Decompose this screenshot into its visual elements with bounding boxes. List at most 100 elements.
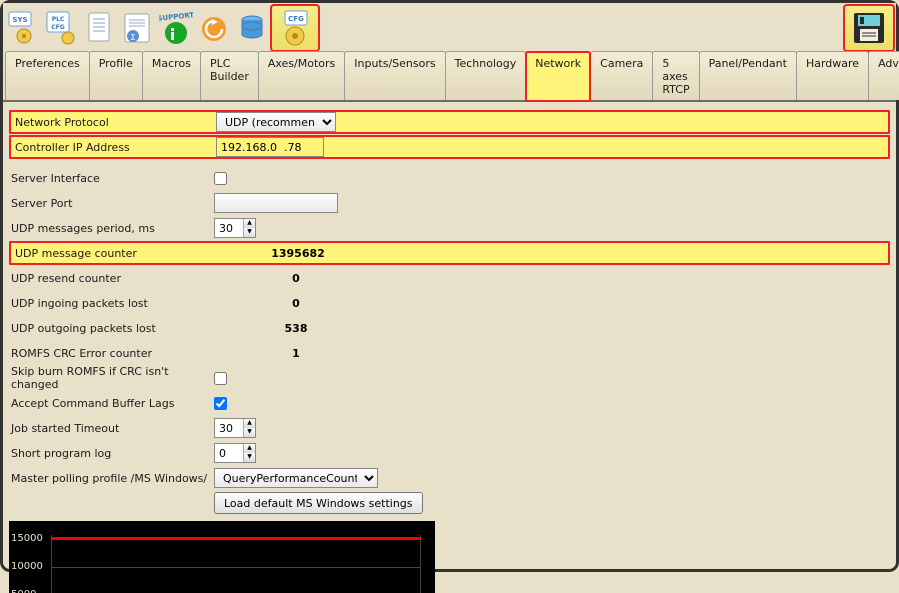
- job-timeout-spinner[interactable]: ▲▼: [214, 418, 256, 438]
- row-udp-resend: UDP resend counter 0: [9, 266, 890, 290]
- spin-up-icon[interactable]: ▲: [244, 219, 255, 228]
- row-short-log: Short program log ▲▼: [9, 441, 890, 465]
- row-job-timeout: Job started Timeout ▲▼: [9, 416, 890, 440]
- short-log-input[interactable]: [215, 444, 243, 462]
- skip-burn-label: Skip burn ROMFS if CRC isn't changed: [9, 365, 214, 391]
- skip-burn-checkbox[interactable]: [214, 372, 227, 385]
- sys-cfg-icon: SYS: [8, 11, 40, 45]
- row-udp-period: UDP messages period, ms ▲▼: [9, 216, 890, 240]
- support-button[interactable]: SUPPORT: [157, 6, 195, 50]
- db-button[interactable]: [233, 6, 271, 50]
- row-skip-burn: Skip burn ROMFS if CRC isn't changed: [9, 366, 890, 390]
- row-accept-lags: Accept Command Buffer Lags: [9, 391, 890, 415]
- ytick-15000: 15000: [11, 533, 43, 544]
- main-toolbar: SYS PLCCFG Σ SUPPORT CFG: [3, 3, 896, 51]
- udp-msg-counter-label: UDP message counter: [11, 247, 243, 260]
- udp-out-lost-value: 538: [241, 322, 351, 335]
- sigma-button[interactable]: Σ: [119, 6, 157, 50]
- server-interface-checkbox[interactable]: [214, 172, 227, 185]
- tab-5axes-rtcp[interactable]: 5 axes RTCP: [652, 51, 699, 100]
- spin-up-icon[interactable]: ▲: [244, 444, 255, 453]
- svg-text:SYS: SYS: [12, 16, 27, 24]
- tab-hardware[interactable]: Hardware: [796, 51, 869, 100]
- document-button[interactable]: [81, 6, 119, 50]
- document-icon: [86, 11, 114, 45]
- row-load-default: Load default MS Windows settings: [9, 491, 890, 515]
- row-udp-msg-counter: UDP message counter 1395682: [9, 241, 890, 265]
- ytick-10000: 10000: [11, 561, 43, 572]
- server-interface-label: Server Interface: [9, 172, 214, 185]
- config-tabs: Preferences Profile Macros PLC Builder A…: [3, 51, 896, 102]
- short-log-spinner[interactable]: ▲▼: [214, 443, 256, 463]
- ytick-5000: 5000: [11, 589, 36, 593]
- udp-in-lost-label: UDP ingoing packets lost: [9, 297, 241, 310]
- tab-preferences[interactable]: Preferences: [5, 51, 90, 100]
- short-log-label: Short program log: [9, 447, 214, 460]
- udp-period-input[interactable]: [215, 219, 243, 237]
- row-udp-in-lost: UDP ingoing packets lost 0: [9, 291, 890, 315]
- svg-text:PLC: PLC: [52, 16, 65, 23]
- cfg-icon: CFG: [277, 9, 313, 47]
- romfs-crc-value: 1: [241, 347, 351, 360]
- spin-down-icon[interactable]: ▼: [244, 453, 255, 462]
- row-server-port: Server Port: [9, 191, 890, 215]
- tab-advanced[interactable]: Advanced: [868, 51, 899, 100]
- row-polling-profile: Master polling profile /MS Windows/ Quer…: [9, 466, 890, 490]
- tab-inputs-sensors[interactable]: Inputs/Sensors: [344, 51, 445, 100]
- network-panel: Network Protocol UDP (recommended) Contr…: [3, 102, 896, 593]
- polling-profile-label: Master polling profile /MS Windows/: [9, 472, 214, 485]
- server-port-input[interactable]: [214, 193, 338, 213]
- floppy-save-icon: [850, 9, 888, 47]
- romfs-crc-label: ROMFS CRC Error counter: [9, 347, 241, 360]
- udp-period-spinner[interactable]: ▲▼: [214, 218, 256, 238]
- db-icon: [238, 11, 266, 45]
- tab-profile[interactable]: Profile: [89, 51, 143, 100]
- udp-period-label: UDP messages period, ms: [9, 222, 214, 235]
- load-default-ms-button[interactable]: Load default MS Windows settings: [214, 492, 423, 514]
- job-timeout-input[interactable]: [215, 419, 243, 437]
- sys-cfg-button[interactable]: SYS: [5, 6, 43, 50]
- tab-technology[interactable]: Technology: [445, 51, 527, 100]
- svg-text:SUPPORT: SUPPORT: [159, 11, 193, 23]
- row-server-interface: Server Interface: [9, 166, 890, 190]
- tab-camera[interactable]: Camera: [590, 51, 653, 100]
- sigma-icon: Σ: [123, 11, 153, 45]
- controller-ip-label: Controller IP Address: [11, 141, 216, 154]
- controller-ip-input[interactable]: [216, 137, 324, 157]
- network-protocol-select[interactable]: UDP (recommended): [216, 112, 336, 132]
- support-icon: SUPPORT: [159, 11, 193, 45]
- plc-cfg-button[interactable]: PLCCFG: [43, 6, 81, 50]
- cfg-button[interactable]: CFG: [271, 5, 319, 51]
- row-romfs-crc: ROMFS CRC Error counter 1: [9, 341, 890, 365]
- spin-down-icon[interactable]: ▼: [244, 428, 255, 437]
- udp-msg-counter-value: 1395682: [243, 247, 353, 260]
- spin-down-icon[interactable]: ▼: [244, 228, 255, 237]
- svg-text:CFG: CFG: [288, 15, 304, 23]
- tab-axes-motors[interactable]: Axes/Motors: [258, 51, 345, 100]
- restart-icon: [199, 11, 229, 45]
- accept-lags-checkbox[interactable]: [214, 397, 227, 410]
- polling-profile-select[interactable]: QueryPerformanceCounter(): [214, 468, 378, 488]
- row-controller-ip: Controller IP Address: [9, 135, 890, 159]
- svg-text:Σ: Σ: [130, 33, 135, 42]
- tab-plc-builder[interactable]: PLC Builder: [200, 51, 259, 100]
- job-timeout-label: Job started Timeout: [9, 422, 214, 435]
- udp-resend-value: 0: [241, 272, 351, 285]
- tab-network[interactable]: Network: [525, 51, 591, 102]
- svg-text:CFG: CFG: [51, 24, 65, 31]
- udp-out-lost-label: UDP outgoing packets lost: [9, 322, 241, 335]
- network-protocol-label: Network Protocol: [11, 116, 216, 129]
- tab-panel-pendant[interactable]: Panel/Pendant: [699, 51, 797, 100]
- rate-graph: 15000 10000 5000: [9, 521, 435, 593]
- udp-in-lost-value: 0: [241, 297, 351, 310]
- tab-macros[interactable]: Macros: [142, 51, 201, 100]
- row-network-protocol: Network Protocol UDP (recommended): [9, 110, 890, 134]
- restart-button[interactable]: [195, 6, 233, 50]
- plc-cfg-icon: PLCCFG: [46, 11, 78, 45]
- save-button[interactable]: [844, 5, 894, 51]
- row-udp-out-lost: UDP outgoing packets lost 538: [9, 316, 890, 340]
- udp-resend-label: UDP resend counter: [9, 272, 241, 285]
- spin-up-icon[interactable]: ▲: [244, 419, 255, 428]
- accept-lags-label: Accept Command Buffer Lags: [9, 397, 214, 410]
- series-line: [51, 537, 421, 540]
